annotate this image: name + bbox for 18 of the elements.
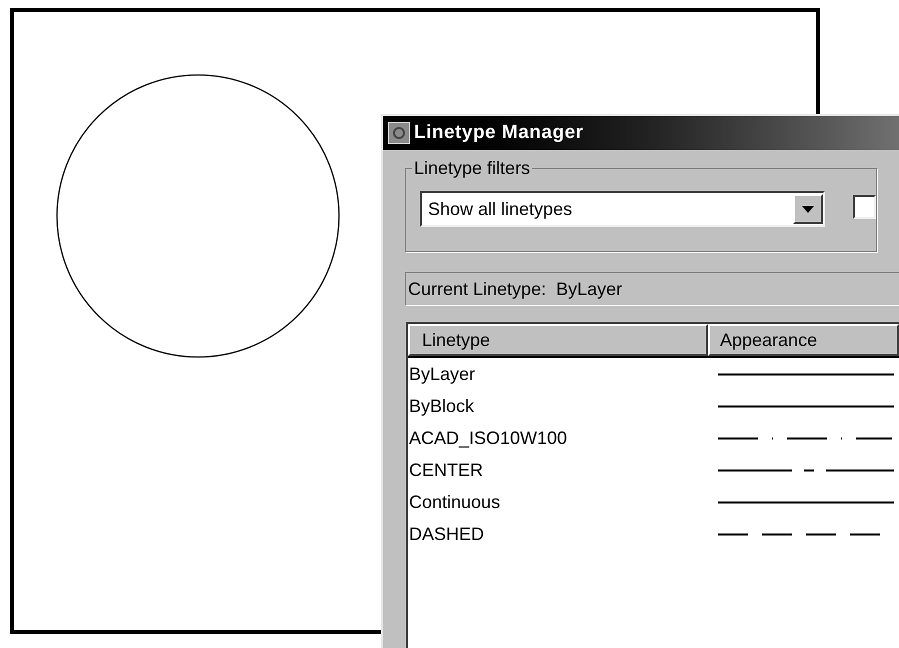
current-linetype-text: Current Linetype: ByLayer	[408, 278, 622, 301]
app-icon	[388, 122, 410, 144]
linetype-sample-icon	[718, 372, 894, 376]
linetype-name[interactable]: CENTER	[408, 459, 718, 481]
linetype-sample-icon	[718, 500, 894, 504]
column-header[interactable]: Linetype	[408, 324, 708, 356]
linetype-sample-icon	[718, 436, 894, 440]
linetype-name[interactable]: ACAD_ISO10W100	[408, 427, 718, 449]
linetype-name[interactable]: Continuous	[408, 491, 718, 513]
filter-dropdown[interactable]: Show all linetypes	[420, 191, 825, 227]
linetype-name[interactable]: DASHED	[408, 523, 718, 545]
linetype-name[interactable]: ByBlock	[408, 395, 718, 417]
linetype-sample-icon	[718, 468, 894, 472]
checkbox[interactable]	[852, 195, 876, 219]
window-title: Linetype Manager	[414, 120, 584, 145]
linetype-sample-icon	[718, 404, 894, 408]
linetype-name[interactable]: ByLayer	[408, 363, 718, 385]
column-header[interactable]: Appearance	[708, 324, 899, 356]
